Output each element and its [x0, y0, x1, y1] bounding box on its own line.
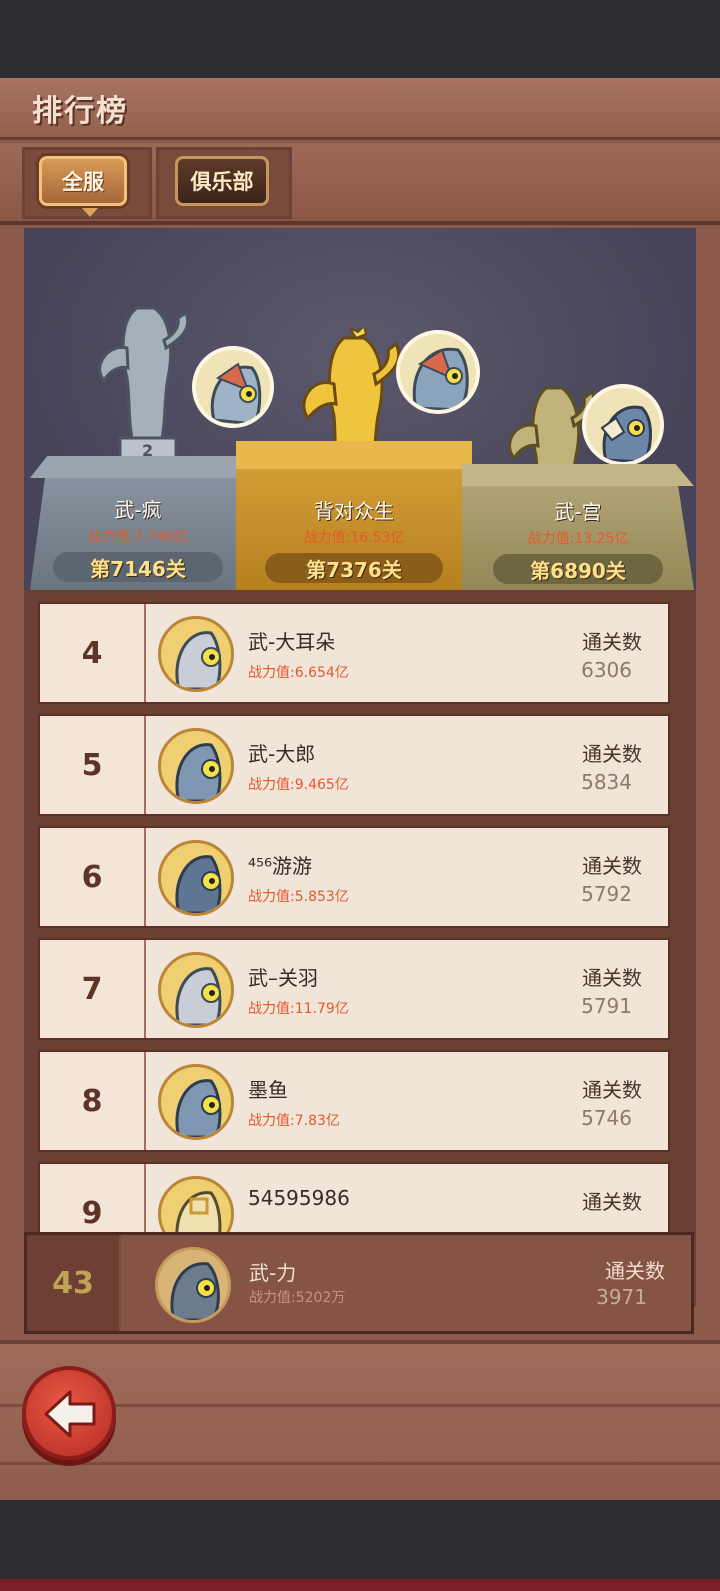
my-ranking-row: 43 武-力 战力值:5202万 通关数 3971	[24, 1232, 694, 1334]
tab-selected-indicator	[82, 208, 98, 217]
player-power: 战力值:7.83亿	[248, 1113, 340, 1129]
podium-level-3: 第6890关	[493, 554, 663, 584]
podium-level-1: 第7376关	[265, 553, 443, 583]
clear-count-label: 通关数	[582, 742, 642, 766]
podium-name-3: 武-宫	[554, 500, 602, 524]
rank-number: 8	[40, 1052, 144, 1150]
player-name: 武-大耳朵	[248, 630, 336, 654]
tab-slot-club: 俱乐部	[156, 147, 292, 219]
list-item[interactable]: 4 武-大耳朵 战力值:6.654亿 通关数 6306	[38, 602, 670, 704]
status-bar-area	[0, 0, 720, 78]
podium-block-3: 武-宫 战力值:13.25亿 第6890关	[462, 464, 694, 590]
clear-count-label: 通关数	[582, 1078, 642, 1102]
list-item[interactable]: 5 武-大郎 战力值:9.465亿 通关数 5834	[38, 714, 670, 816]
tab-all-server[interactable]: 全服	[39, 156, 127, 206]
clear-count-label: 通关数	[582, 1190, 642, 1214]
tab-bar: 全服 俱乐部	[0, 143, 720, 225]
player-avatar	[158, 952, 234, 1028]
my-clear-count: 3971	[596, 1285, 647, 1309]
rank-number: 4	[40, 604, 144, 702]
player-name: ⁴⁵⁶游游	[248, 854, 313, 878]
player-name: 武-大郎	[248, 742, 316, 766]
my-name: 武-力	[249, 1261, 297, 1285]
podium: 2 1 3 武-疯	[24, 228, 696, 590]
ranking-list[interactable]: 4 武-大耳朵 战力值:6.654亿 通关数 6306 5 武-大郎 战力值:9…	[24, 590, 696, 1306]
avatar-rank-3	[582, 384, 664, 466]
player-power: 战力值:9.465亿	[248, 777, 349, 793]
my-clear-count-label: 通关数	[605, 1259, 665, 1283]
clear-count: 5792	[581, 882, 632, 906]
list-item[interactable]: 6 ⁴⁵⁶游游 战力值:5.853亿 通关数 5792	[38, 826, 670, 928]
rank-number: 7	[40, 940, 144, 1038]
list-item[interactable]: 7 武–关羽 战力值:11.79亿 通关数 5791	[38, 938, 670, 1040]
player-avatar	[158, 616, 234, 692]
avatar-rank-2	[192, 346, 274, 428]
list-item[interactable]: 8 墨鱼 战力值:7.83亿 通关数 5746	[38, 1050, 670, 1152]
player-name: 54595986	[248, 1186, 350, 1210]
avatar-rank-1	[396, 330, 480, 414]
player-power: 战力值:5.853亿	[248, 889, 349, 905]
player-name: 武–关羽	[248, 966, 318, 990]
podium-block-1: 背对众生 战力值:16.53亿 第7376关	[236, 441, 472, 590]
podium-name-1: 背对众生	[314, 499, 394, 523]
rank-number: 5	[40, 716, 144, 814]
player-avatar	[158, 840, 234, 916]
player-name: 墨鱼	[248, 1078, 288, 1102]
clear-count: 5746	[581, 1106, 632, 1130]
navigation-bar-area	[0, 1500, 720, 1591]
player-avatar	[158, 728, 234, 804]
back-button[interactable]	[22, 1366, 116, 1460]
clear-count-label: 通关数	[582, 854, 642, 878]
player-avatar	[158, 1064, 234, 1140]
page-title: 排行榜	[32, 94, 128, 129]
panel-header: 排行榜	[0, 78, 720, 140]
my-power: 战力值:5202万	[249, 1290, 346, 1306]
podium-level-2: 第7146关	[53, 552, 223, 582]
podium-power-1: 战力值:16.53亿	[303, 530, 405, 546]
back-arrow-icon	[44, 1390, 96, 1438]
rank-number: 6	[40, 828, 144, 926]
clear-count: 5834	[581, 770, 632, 794]
player-power: 战力值:11.79亿	[248, 1001, 349, 1017]
podium-block-2: 武-疯 战力值:7.746亿 第7146关	[30, 456, 246, 590]
tab-club[interactable]: 俱乐部	[175, 156, 269, 206]
clear-count-label: 通关数	[582, 630, 642, 654]
podium-power-3: 战力值:13.25亿	[527, 531, 629, 547]
bottom-bar	[0, 1340, 720, 1500]
leaderboard-panel: 排行榜 全服 俱乐部 2 1	[0, 78, 720, 1500]
clear-count-label: 通关数	[582, 966, 642, 990]
my-avatar	[155, 1247, 231, 1323]
player-power: 战力值:6.654亿	[248, 665, 349, 681]
podium-name-2: 武-疯	[114, 498, 162, 522]
my-rank-number: 43	[27, 1235, 119, 1331]
clear-count: 6306	[581, 658, 632, 682]
podium-power-2: 战力值:7.746亿	[87, 529, 189, 545]
clear-count: 5791	[581, 994, 632, 1018]
